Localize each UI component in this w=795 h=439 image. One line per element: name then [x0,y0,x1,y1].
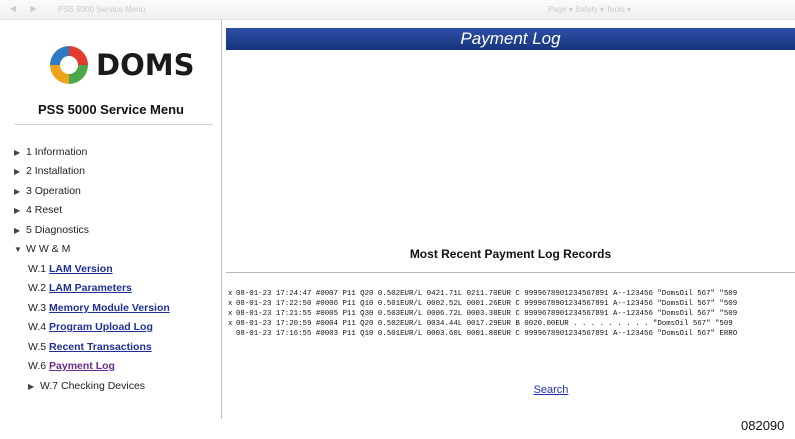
figure-number: 082090 [741,418,785,433]
log-row-text: 08-01-23 17:20:59 #0004 P11 Q20 0.502EUR… [236,320,733,328]
subitem-prefix: W.5 [28,341,47,353]
expand-arrow-icon: ▶ [14,226,21,235]
error-mark: x [228,320,233,328]
sidebar-subitem-lam-version: W.1 LAM Version [28,263,113,275]
sidebar-item-wwm[interactable]: ▼ W W & M [14,243,70,255]
sidebar-item-label: W.7 Checking Devices [40,380,146,392]
subitem-prefix: W.4 [28,321,47,333]
recent-transactions-link[interactable]: Recent Transactions [49,341,152,353]
browser-tab-title[interactable]: PSS 5000 Service Menu [58,5,145,14]
subitem-prefix: W.2 [28,282,47,294]
collapse-arrow-icon: ▼ [14,245,22,254]
error-mark: x [228,290,233,298]
sidebar-item-label: W W & M [26,243,71,255]
sidebar-subitem-lam-parameters: W.2 LAM Parameters [28,282,132,294]
error-mark [228,329,236,339]
expand-arrow-icon: ▶ [14,206,21,215]
memory-module-version-link[interactable]: Memory Module Version [49,302,170,314]
sidebar-item-information[interactable]: ▶ 1 Information [14,146,87,158]
payment-log-records: x 08-01-23 17:24:47 #0007 P11 Q20 0.502E… [228,289,795,339]
sidebar-item-reset[interactable]: ▶ 4 Reset [14,204,62,216]
browser-tools-menu[interactable]: Page ▾ Safety ▾ Tools ▾ [548,5,631,14]
sidebar-item-label: 5 Diagnostics [26,224,90,236]
sidebar-item-operation[interactable]: ▶ 3 Operation [14,185,81,197]
sidebar-subitem-memory-module-version: W.3 Memory Module Version [28,302,170,314]
expand-arrow-icon: ▶ [14,167,21,176]
log-row: 08-01-23 17:16:55 #0003 P11 Q10 0.501EUR… [228,329,795,339]
subitem-prefix: W.3 [28,302,47,314]
log-row: x 08-01-23 17:22:50 #0006 P11 Q10 0.501E… [228,299,795,309]
sidebar-item-label: 1 Information [26,146,88,158]
log-row: x 08-01-23 17:24:47 #0007 P11 Q20 0.502E… [228,289,795,299]
expand-arrow-icon: ▶ [14,148,21,157]
log-row: x 08-01-23 17:21:55 #0005 P11 Q30 0.503E… [228,309,795,319]
sidebar-divider [14,124,213,125]
error-mark: x [228,310,233,318]
sidebar-item-installation[interactable]: ▶ 2 Installation [14,165,85,177]
log-row: x 08-01-23 17:20:59 #0004 P11 Q20 0.502E… [228,319,795,329]
section-title: Most Recent Payment Log Records [409,247,612,261]
error-mark: x [228,300,233,308]
sidebar-item-label: 3 Operation [26,185,81,197]
sidebar-item-label: 4 Reset [26,204,63,216]
subitem-prefix: W.1 [28,263,47,275]
section-divider [226,272,795,273]
sidebar-subitem-program-upload-log: W.4 Program Upload Log [28,321,153,333]
log-row-text: 08-01-23 17:21:55 #0005 P11 Q30 0.503EUR… [236,310,738,318]
payment-log-link[interactable]: Payment Log [49,360,115,372]
browser-nav-arrows[interactable]: ◀ ▶ [10,4,43,13]
program-upload-log-link[interactable]: Program Upload Log [49,321,153,333]
sidebar-subitem-checking-devices[interactable]: ▶ W.7 Checking Devices [28,380,145,392]
expand-arrow-icon: ▶ [28,382,35,391]
sidebar-item-label: 2 Installation [26,165,85,177]
sidebar-item-diagnostics[interactable]: ▶ 5 Diagnostics [14,224,89,236]
page-title: Payment Log [226,28,795,50]
log-row-text: 08-01-23 17:22:50 #0006 P11 Q10 0.501EUR… [236,300,738,308]
lam-parameters-link[interactable]: LAM Parameters [49,282,132,294]
sidebar-subitem-payment-log: W.6 Payment Log [28,360,115,372]
doms-logo: DOMS [46,42,196,92]
logo-wordmark: DOMS [96,48,195,82]
log-row-text: 08-01-23 17:16:55 #0003 P11 Q10 0.501EUR… [236,330,738,338]
search-link[interactable]: Search [226,384,795,396]
sidebar-subitem-recent-transactions: W.5 Recent Transactions [28,341,152,353]
sidebar: DOMS PSS 5000 Service Menu ▶ 1 Informatio… [0,20,222,419]
log-row-text: 08-01-23 17:24:47 #0007 P11 Q20 0.502EUR… [236,290,738,298]
expand-arrow-icon: ▶ [14,187,21,196]
doms-logo-icon [50,46,88,84]
browser-toolbar: ◀ ▶ PSS 5000 Service Menu Page ▾ Safety … [0,0,795,20]
subitem-prefix: W.6 [28,360,47,372]
lam-version-link[interactable]: LAM Version [49,263,113,275]
service-menu-title: PSS 5000 Service Menu [38,102,184,117]
